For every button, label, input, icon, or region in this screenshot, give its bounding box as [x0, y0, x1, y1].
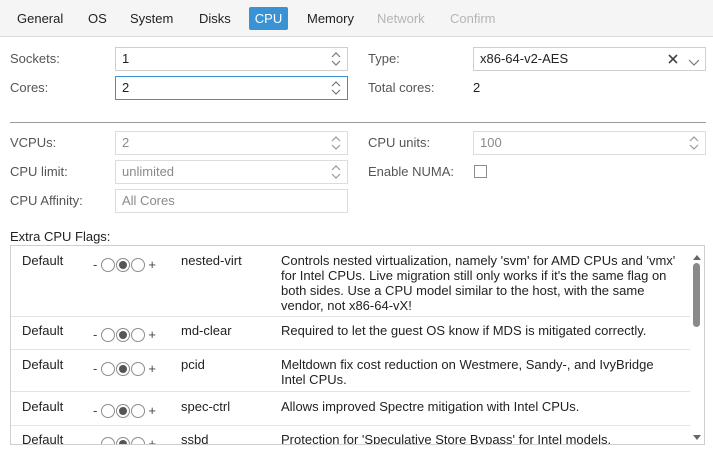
minus-label: - — [93, 403, 98, 418]
cpu-affinity-label: CPU Affinity: — [10, 193, 83, 208]
spinner-arrows-icon[interactable] — [330, 80, 342, 96]
table-row: Default - + pcid Meltdown fix cost reduc… — [11, 350, 691, 392]
cpu-affinity-field[interactable]: All Cores — [115, 189, 348, 213]
flag-state: Default — [22, 323, 64, 338]
radio-off[interactable] — [100, 361, 115, 376]
minus-label: - — [93, 327, 98, 342]
tab-disks[interactable]: Disks — [194, 7, 236, 30]
scroll-up-icon[interactable] — [692, 249, 702, 260]
vcpus-spinner[interactable]: 2 — [115, 131, 348, 155]
tab-network: Network — [377, 11, 425, 26]
radio-on[interactable] — [130, 436, 145, 444]
flag-state: Default — [22, 432, 64, 445]
radio-on[interactable] — [130, 361, 145, 376]
flag-description: Protection for 'Speculative Store Bypass… — [281, 432, 612, 445]
flag-description: Allows improved Spectre mitigation with … — [281, 399, 580, 414]
plus-label: + — [148, 327, 156, 342]
vcpus-label: VCPUs: — [10, 135, 57, 150]
spinner-arrows-icon[interactable] — [330, 135, 342, 151]
table-row: Default - + nested-virt Controls nested … — [11, 246, 691, 317]
tab-general[interactable]: General — [12, 7, 68, 30]
flag-name: spec-ctrl — [181, 399, 231, 414]
vertical-scrollbar[interactable] — [690, 246, 704, 444]
cpu-limit-value: unlimited — [122, 164, 175, 179]
flag-toggle[interactable]: - + — [90, 257, 159, 272]
flag-toggle[interactable]: - + — [90, 403, 159, 418]
scroll-thumb[interactable] — [693, 263, 700, 327]
type-value: x86-64-v2-AES — [480, 51, 569, 66]
cpu-limit-spinner[interactable]: unlimited — [115, 160, 348, 184]
table-row: Default - + ssbd Protection for 'Specula… — [11, 426, 691, 445]
radio-off[interactable] — [100, 327, 115, 342]
enable-numa-checkbox[interactable] — [474, 165, 487, 178]
spinner-arrows-icon[interactable] — [330, 164, 342, 180]
flag-name: md-clear — [181, 323, 232, 338]
tab-memory[interactable]: Memory — [302, 7, 359, 30]
flag-description: Meltdown fix cost reduction on Westmere,… — [281, 357, 654, 387]
minus-label: - — [93, 361, 98, 376]
sockets-spinner[interactable]: 1 — [115, 47, 348, 71]
tab-system[interactable]: System — [125, 7, 178, 30]
plus-label: + — [148, 403, 156, 418]
scroll-down-icon[interactable] — [692, 430, 702, 440]
flag-description: Controls nested virtualization, namely '… — [281, 253, 676, 313]
cpu-affinity-placeholder: All Cores — [122, 193, 175, 208]
cores-label: Cores: — [10, 80, 49, 95]
flag-state: Default — [22, 357, 64, 372]
flag-toggle[interactable]: - + — [90, 361, 159, 376]
enable-numa-label: Enable NUMA: — [368, 164, 454, 179]
radio-default[interactable] — [115, 436, 130, 444]
flag-state: Default — [22, 399, 64, 414]
radio-on[interactable] — [130, 257, 145, 272]
tab-cpu[interactable]: CPU — [249, 7, 288, 30]
cores-value: 2 — [122, 80, 130, 95]
flag-name: nested-virt — [181, 253, 242, 268]
cpu-limit-label: CPU limit: — [10, 164, 68, 179]
cores-spinner[interactable]: 2 — [115, 76, 348, 100]
plus-label: + — [148, 361, 156, 376]
radio-default[interactable] — [115, 257, 130, 272]
plus-label: + — [148, 257, 156, 272]
flag-name: pcid — [181, 357, 205, 372]
flag-state: Default — [22, 253, 64, 268]
type-select[interactable]: x86-64-v2-AES — [473, 47, 706, 71]
spinner-arrows-icon[interactable] — [330, 51, 342, 67]
cpu-flags-grid: Default - + nested-virt Controls nested … — [10, 245, 705, 445]
flag-toggle[interactable]: - + — [90, 327, 159, 342]
radio-default[interactable] — [115, 327, 130, 342]
plus-label: + — [148, 436, 156, 445]
cpu-units-value: 100 — [480, 135, 502, 150]
radio-off[interactable] — [100, 257, 115, 272]
cpu-units-spinner[interactable]: 100 — [473, 131, 706, 155]
total-cores-value: 2 — [473, 80, 481, 95]
flag-toggle[interactable]: - + — [90, 436, 159, 445]
total-cores-label: Total cores: — [368, 80, 435, 95]
radio-on[interactable] — [130, 403, 145, 418]
radio-off[interactable] — [100, 403, 115, 418]
tab-bar: General OS System Disks CPU Memory Netwo… — [0, 0, 713, 37]
clear-icon[interactable] — [666, 52, 680, 69]
chevron-down-icon[interactable] — [688, 55, 700, 70]
tab-confirm: Confirm — [450, 11, 496, 26]
minus-label: - — [93, 257, 98, 272]
table-row: Default - + spec-ctrl Allows improved Sp… — [11, 392, 691, 426]
extra-cpu-flags-title: Extra CPU Flags: — [10, 229, 111, 244]
spinner-arrows-icon[interactable] — [688, 135, 700, 151]
flag-name: ssbd — [181, 432, 209, 445]
type-label: Type: — [368, 51, 400, 66]
radio-on[interactable] — [130, 327, 145, 342]
sockets-value: 1 — [122, 51, 130, 66]
radio-off[interactable] — [100, 436, 115, 444]
sockets-label: Sockets: — [10, 51, 60, 66]
minus-label: - — [93, 436, 98, 445]
vcpus-value: 2 — [122, 135, 130, 150]
tab-os[interactable]: OS — [83, 7, 112, 30]
table-row: Default - + md-clear Required to let the… — [11, 317, 691, 350]
radio-default[interactable] — [115, 403, 130, 418]
flag-description: Required to let the guest OS know if MDS… — [281, 323, 647, 338]
radio-default[interactable] — [115, 361, 130, 376]
cpu-units-label: CPU units: — [368, 135, 431, 150]
section-divider — [10, 122, 706, 123]
